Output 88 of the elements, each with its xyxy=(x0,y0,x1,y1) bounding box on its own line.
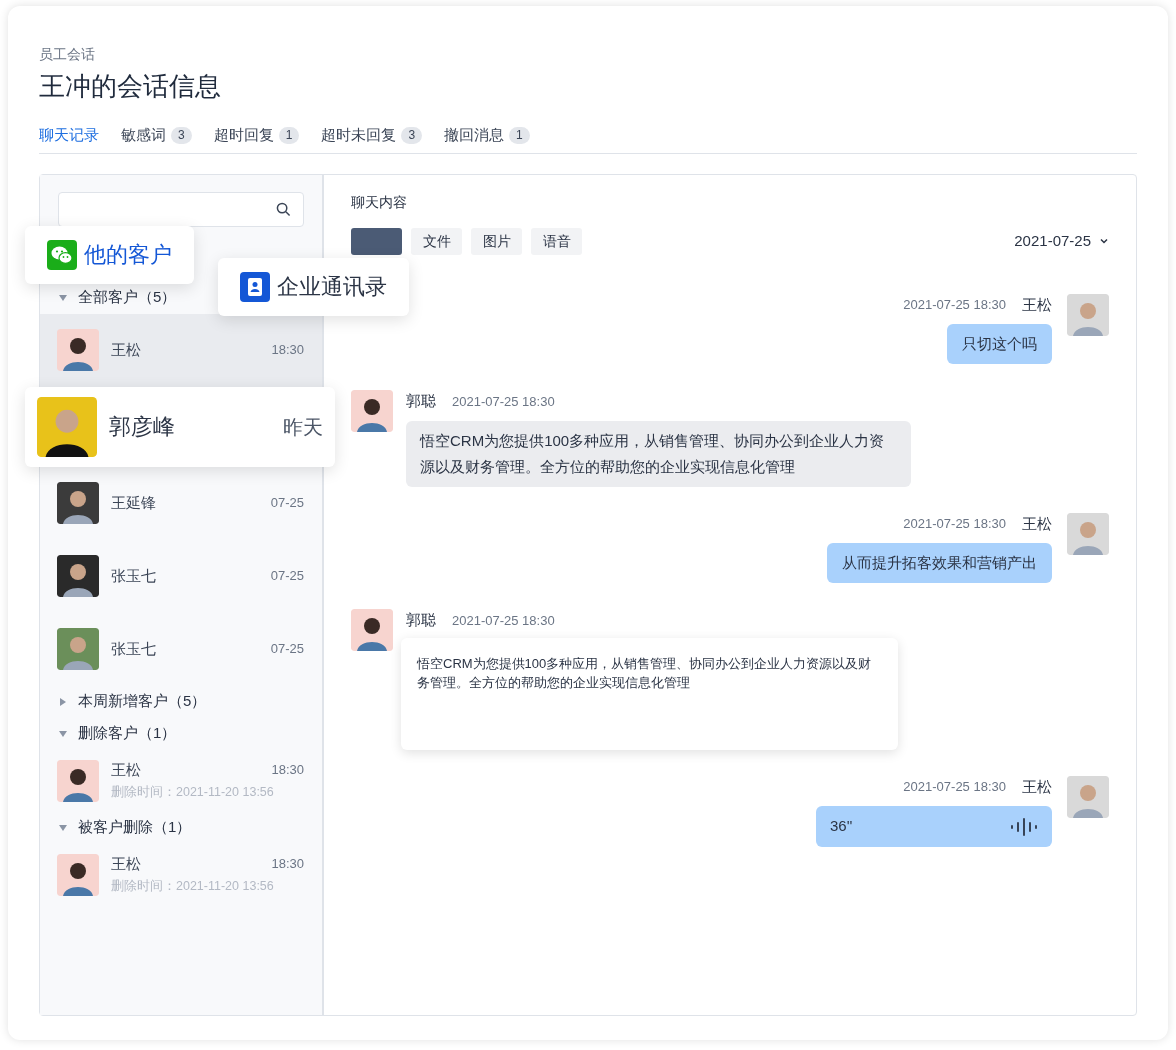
contact-name: 王松 xyxy=(111,853,141,874)
tab[interactable]: 敏感词 3 xyxy=(121,124,192,147)
tab[interactable]: 聊天记录 xyxy=(39,124,99,147)
sender-name: 王松 xyxy=(1022,294,1052,315)
group-label: 全部客户（5） xyxy=(78,287,177,308)
avatar xyxy=(57,628,99,670)
filter-chip[interactable]: 文件 xyxy=(411,227,462,255)
caret-icon[interactable] xyxy=(58,696,68,707)
message-bubble: 悟空CRM为您提供100多种应用，从销售管理、协同办公到企业人力资源以及财务管理。全方位的帮助您的企业实现信息化管理 xyxy=(406,420,911,487)
contact-item[interactable]: 王松 18:30 删除时间：2021-11-20 13:56 xyxy=(40,843,322,906)
group-label: 本周新增客户（5） xyxy=(78,691,207,712)
count-badge: 1 xyxy=(509,126,530,144)
filter-chip[interactable] xyxy=(351,227,402,255)
voice-duration: 36'' xyxy=(830,816,853,837)
deleted-time: 删除时间：2021-11-20 13:56 xyxy=(111,784,275,802)
contact-item[interactable]: 张玉七 07-25 xyxy=(40,612,322,686)
contact-name: 王松 xyxy=(111,759,141,780)
sender-name: 郭聪 xyxy=(406,391,436,411)
search-field[interactable] xyxy=(58,191,304,227)
contact-item[interactable]: 张玉七 07-25 xyxy=(40,539,322,613)
group-header[interactable]: 全部客户（5） xyxy=(58,281,177,314)
contact-item[interactable]: 王松 18:30 删除时间：2021-11-20 13:56 xyxy=(40,749,322,812)
search-icon xyxy=(276,201,291,217)
message-time: 2021-07-25 18:30 xyxy=(903,296,1006,314)
avatar xyxy=(57,482,99,524)
contact-time: 07-25 xyxy=(270,494,304,513)
contact-name: 张玉七 xyxy=(111,638,156,659)
filter-chip[interactable]: 语音 xyxy=(531,227,582,255)
sidebar-tab[interactable]: 企业通讯录 xyxy=(218,257,409,316)
tab[interactable]: 超时未回复 3 xyxy=(321,124,423,147)
count-badge: 1 xyxy=(278,126,300,144)
chat-bubbles-icon xyxy=(47,239,77,270)
sender-name: 郭聪 xyxy=(406,610,436,630)
chevron-down-icon xyxy=(1099,236,1109,246)
group-header[interactable]: 删除客户（1） xyxy=(58,717,177,750)
contact-name: 王松 xyxy=(111,339,141,360)
avatar xyxy=(57,853,99,896)
message-time: 2021-07-25 18:30 xyxy=(452,392,555,411)
contact-time: 昨天 xyxy=(283,414,323,440)
avatar xyxy=(1067,775,1109,818)
deleted-time: 删除时间：2021-11-20 13:56 xyxy=(111,878,275,896)
avatar xyxy=(57,759,99,802)
contact-time: 18:30 xyxy=(271,761,304,780)
contact-card[interactable]: 郭彦峰 昨天 xyxy=(25,386,335,467)
sender-name: 王松 xyxy=(1022,513,1052,534)
contact-time: 18:30 xyxy=(271,855,304,874)
message-bubble: 只切这个吗 xyxy=(947,324,1052,364)
section-title: 聊天内容 xyxy=(351,192,408,212)
contact-name: 王延锋 xyxy=(111,492,156,513)
message-time: 2021-07-25 18:30 xyxy=(903,515,1006,533)
date-picker[interactable]: 2021-07-25 xyxy=(1014,229,1109,253)
tab[interactable]: 撤回消息 1 xyxy=(444,124,530,147)
avatar xyxy=(1067,512,1109,555)
contact-item[interactable]: 王延锋 07-25 xyxy=(40,466,322,540)
message-bubble: 从而提升拓客效果和营销产出 xyxy=(827,543,1052,583)
caret-icon[interactable] xyxy=(58,822,68,833)
voice-message[interactable]: 36'' xyxy=(816,806,1052,847)
avatar xyxy=(351,390,393,432)
caret-icon[interactable] xyxy=(58,728,68,739)
message-time: 2021-07-25 18:30 xyxy=(452,611,555,630)
group-label: 删除客户（1） xyxy=(78,723,177,744)
breadcrumb: 员工会话 xyxy=(39,45,96,64)
avatar xyxy=(37,396,97,457)
contact-book-icon xyxy=(240,271,270,302)
tab[interactable]: 超时回复 1 xyxy=(213,124,300,147)
page-title: 王冲的会话信息 xyxy=(39,70,222,103)
contact-time: 07-25 xyxy=(270,567,304,586)
group-label: 被客户删除（1） xyxy=(78,817,192,838)
contact-name: 郭彦峰 xyxy=(109,413,175,441)
sender-name: 王松 xyxy=(1022,776,1052,797)
caret-icon[interactable] xyxy=(58,292,68,303)
avatar xyxy=(351,609,393,651)
contact-name: 张玉七 xyxy=(111,565,156,586)
waveform-icon xyxy=(1010,816,1038,837)
contact-item[interactable]: 王松 18:30 xyxy=(40,313,322,387)
group-header[interactable]: 本周新增客户（5） xyxy=(58,685,207,718)
group-header[interactable]: 被客户删除（1） xyxy=(58,811,192,844)
sidebar-tab[interactable]: 他的客户 xyxy=(25,225,194,284)
avatar xyxy=(57,329,99,371)
avatar xyxy=(1067,293,1109,336)
count-badge: 3 xyxy=(171,126,192,144)
contact-time: 07-25 xyxy=(270,640,304,659)
contact-time: 18:30 xyxy=(271,341,304,360)
message-card: 悟空CRM为您提供100多种应用，从销售管理、协同办公到企业人力资源以及财务管理。全方位的帮助您的企业实现信息化管理 xyxy=(401,637,898,750)
filter-chip[interactable]: 图片 xyxy=(471,227,522,255)
count-badge: 3 xyxy=(401,126,423,144)
message-time: 2021-07-25 18:30 xyxy=(903,778,1006,796)
avatar xyxy=(57,555,99,597)
